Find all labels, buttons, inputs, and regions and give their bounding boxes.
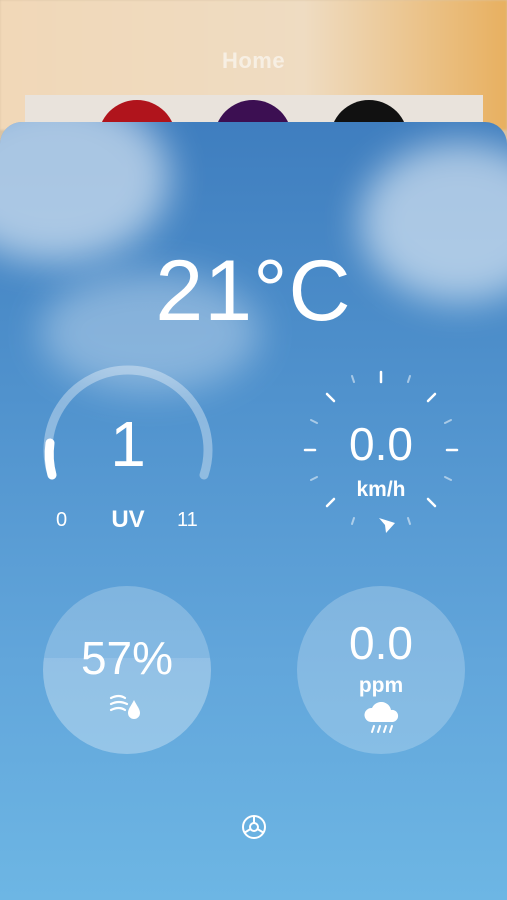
rain-cloud-icon [364, 702, 399, 733]
rain-value: 0.0 [349, 617, 413, 669]
uv-gauge: 1 0 UV 11 [40, 357, 216, 537]
weather-sheet[interactable]: 21°C 1 0 UV 11 0.0 km/h 57% 0.0 ppm [0, 122, 507, 900]
temperature-value: 21°C [155, 243, 352, 339]
uv-max-label: 11 [177, 509, 198, 531]
rain-circle: 0.0 ppm [297, 586, 465, 754]
humidity-value: 57% [80, 632, 174, 684]
humidity-circle: 57% [43, 586, 211, 754]
humidity-icon [109, 694, 140, 719]
wind-compass: 0.0 km/h [296, 362, 466, 542]
rain-unit: ppm [358, 674, 404, 697]
background-page-title: Home [221, 48, 286, 73]
wind-speed-unit: km/h [356, 478, 406, 501]
wind-speed-value: 0.0 [349, 418, 413, 470]
cloud-decoration [0, 122, 170, 262]
uv-value: 1 [110, 408, 146, 480]
gear-icon[interactable] [237, 810, 271, 844]
navigation-arrow-icon [379, 518, 395, 533]
